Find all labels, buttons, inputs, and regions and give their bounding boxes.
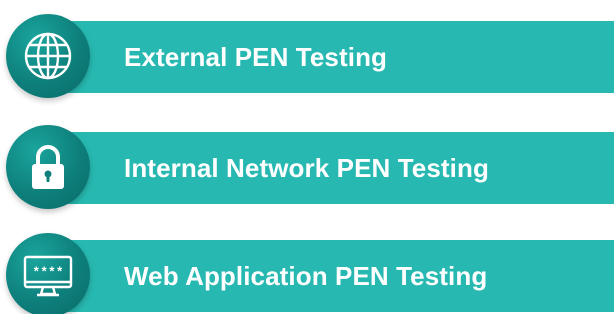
item-bar: Web Application PEN Testing	[54, 240, 614, 312]
item-bar: Internal Network PEN Testing	[54, 132, 614, 204]
item-label: Internal Network PEN Testing	[124, 153, 489, 183]
password-mask-text: ****	[32, 265, 63, 280]
icon-badge	[6, 14, 90, 98]
pen-testing-list: External PEN Testing Internal Network PE…	[0, 0, 614, 314]
globe-icon	[24, 32, 72, 80]
icon-badge	[6, 125, 90, 209]
item-label: Web Application PEN Testing	[124, 261, 488, 291]
item-label: External PEN Testing	[124, 42, 388, 72]
list-item-internal-network: Internal Network PEN Testing	[0, 125, 614, 209]
list-item-web-application: Web Application PEN Testing ****	[0, 233, 614, 314]
item-bar: External PEN Testing	[54, 21, 614, 93]
list-item-external: External PEN Testing	[0, 14, 614, 98]
padlock-icon	[32, 145, 64, 189]
icon-badge: ****	[6, 233, 90, 314]
monitor-password-icon: ****	[23, 255, 73, 297]
